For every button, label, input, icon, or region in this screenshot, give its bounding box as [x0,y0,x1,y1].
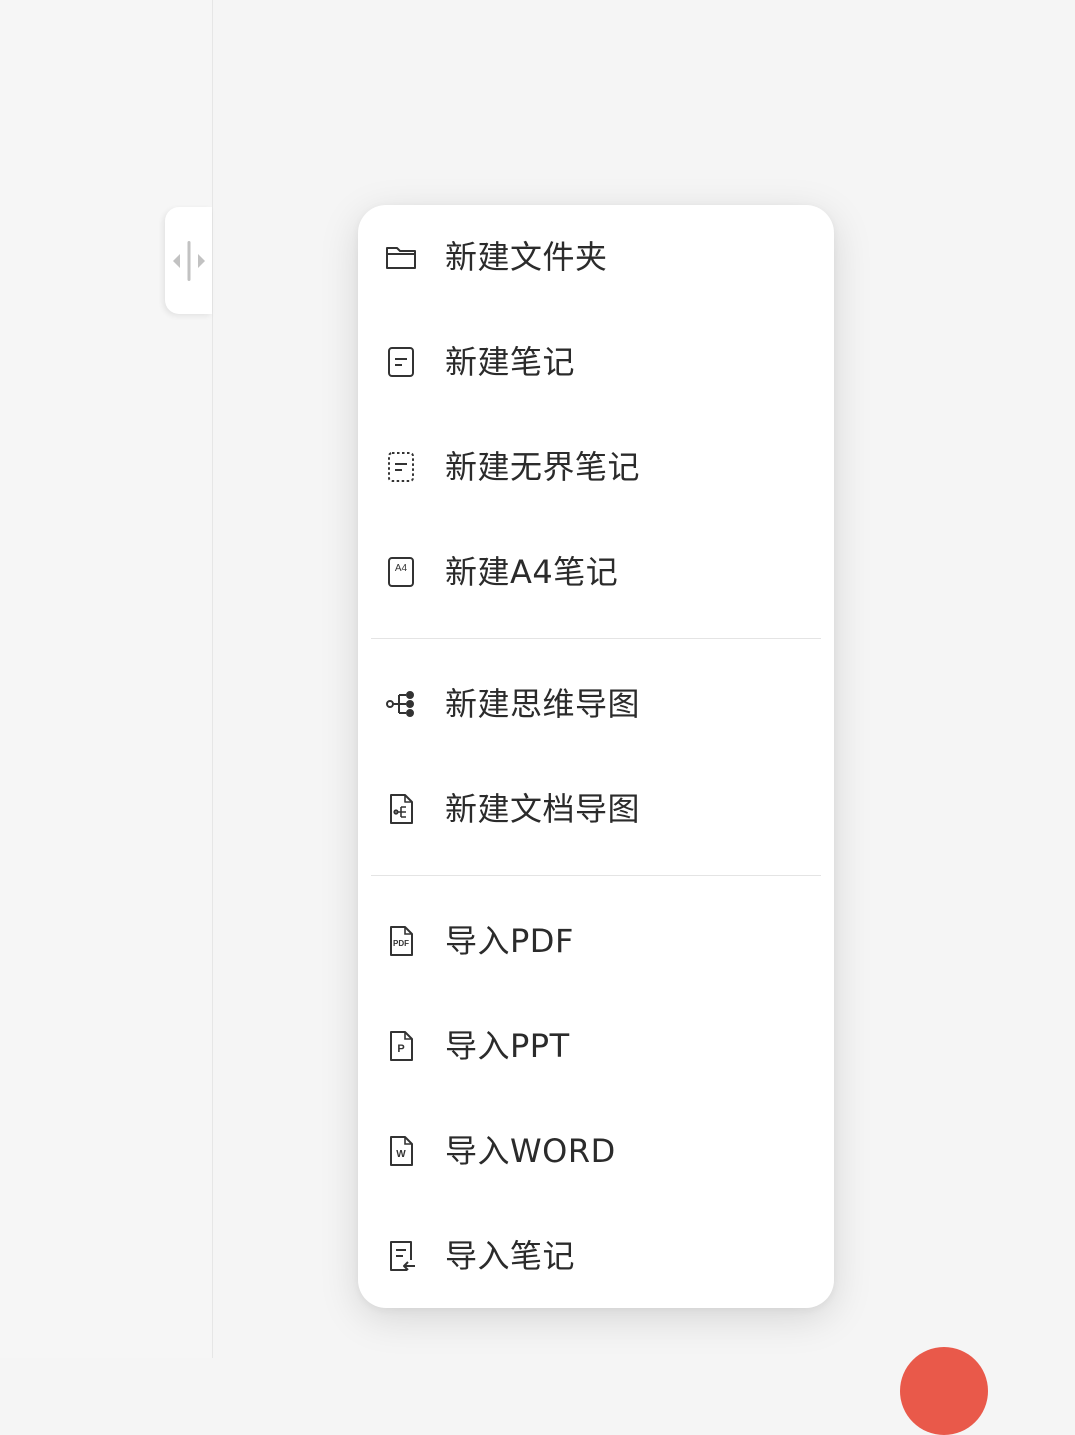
menu-item-new-a4-note[interactable]: A4 新建A4笔记 [358,520,834,625]
menu-item-import-note[interactable]: 导入笔记 [358,1204,834,1309]
menu-item-new-borderless-note[interactable]: 新建无界笔记 [358,415,834,520]
menu-item-label: 新建无界笔记 [445,448,641,486]
svg-text:P: P [397,1043,404,1055]
note-icon [385,346,417,378]
menu-item-label: 新建文件夹 [445,238,608,276]
sidebar-resize-handle[interactable] [165,207,212,314]
menu-item-new-doc-mindmap[interactable]: 新建文档导图 [358,757,834,862]
a4-note-icon: A4 [385,556,417,588]
menu-item-new-folder[interactable]: 新建文件夹 [358,205,834,310]
menu-item-label: 导入PDF [445,922,574,960]
svg-text:PDF: PDF [393,939,409,948]
menu-item-new-mindmap[interactable]: 新建思维导图 [358,652,834,757]
menu-item-new-note[interactable]: 新建笔记 [358,310,834,415]
doc-mindmap-icon [385,793,417,825]
floating-action-button[interactable] [900,1347,988,1435]
borderless-note-icon [385,451,417,483]
ppt-file-icon: P [385,1030,417,1062]
create-menu: 新建文件夹 新建笔记 新建无界笔记 A4 新建A4笔记 新建思维导图 新建文档导… [358,205,834,1308]
menu-divider [371,875,821,876]
svg-text:W: W [396,1149,406,1160]
menu-divider [371,638,821,639]
pdf-file-icon: PDF [385,925,417,957]
menu-item-label: 导入PPT [445,1027,570,1065]
folder-icon [385,241,417,273]
resize-handle-icon [172,240,205,281]
menu-item-label: 新建A4笔记 [445,553,619,591]
import-note-icon [385,1240,417,1272]
menu-item-label: 新建笔记 [445,343,576,381]
svg-text:A4: A4 [395,563,408,574]
menu-item-label: 导入WORD [445,1132,616,1170]
menu-item-import-word[interactable]: W 导入WORD [358,1099,834,1204]
menu-item-label: 新建思维导图 [445,685,641,723]
sidebar-panel [0,0,213,1358]
menu-item-import-pdf[interactable]: PDF 导入PDF [358,889,834,994]
menu-item-label: 新建文档导图 [445,790,641,828]
mindmap-icon [385,688,417,720]
menu-item-import-ppt[interactable]: P 导入PPT [358,994,834,1099]
word-file-icon: W [385,1135,417,1167]
menu-item-label: 导入笔记 [445,1237,576,1275]
